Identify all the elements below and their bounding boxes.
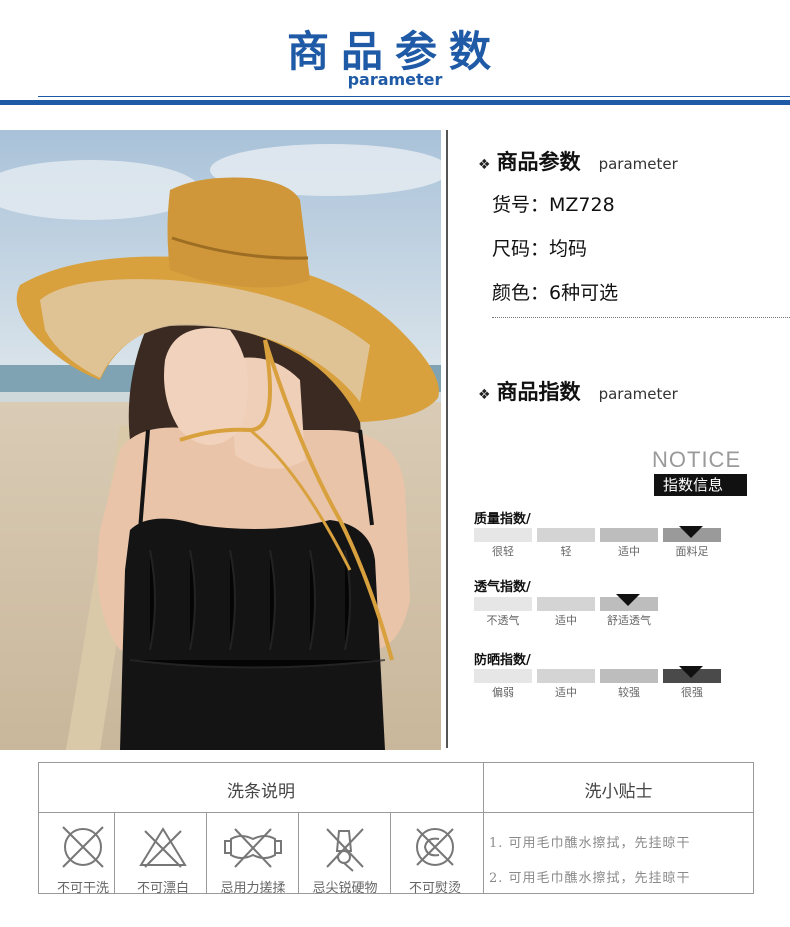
product-photo	[0, 130, 441, 750]
param-color: 颜色：6种可选	[492, 282, 619, 304]
no-iron-icon	[416, 828, 454, 866]
quality-level-label: 轻	[560, 545, 572, 558]
care-item: 不可熨烫	[391, 813, 479, 896]
sun-level-label: 较强	[618, 686, 640, 699]
quality-level-bar	[537, 528, 595, 542]
bird-icon: ❖	[478, 157, 491, 173]
care-cell-divider	[206, 813, 207, 893]
params-heading-en: parameter	[598, 155, 678, 173]
sun-level-bar	[537, 669, 595, 683]
breath-level-bar	[474, 597, 532, 611]
params-section-header: ❖ 商品参数 parameter	[478, 146, 678, 176]
breath-level-label: 适中	[555, 614, 577, 627]
indices-heading-en: parameter	[598, 385, 678, 403]
care-item: 忌用力搓揉	[209, 813, 297, 896]
header-thick-rule	[0, 100, 790, 105]
care-table: 洗条说明 洗小贴士 不可干洗 不可漂白 忌用力搓揉 忌尖锐硬物 不可熨烫 1. …	[38, 762, 754, 896]
breath-level-bar	[537, 597, 595, 611]
care-cell-divider	[298, 813, 299, 893]
param-size: 尺码：均码	[492, 238, 588, 260]
wash-tip: 2. 可用毛巾醮水擦拭，先挂晾干	[489, 871, 691, 886]
notice-badge: 指数信息	[654, 474, 747, 496]
care-item-label: 忌尖锐硬物	[312, 881, 378, 896]
page-subtitle: parameter	[347, 70, 443, 89]
no-bleach-icon	[139, 827, 187, 868]
indices-heading: 商品指数	[496, 380, 581, 404]
breath-level-label: 不透气	[486, 614, 520, 627]
notice-title: NOTICE	[652, 447, 742, 472]
care-item-label: 忌用力搓揉	[220, 881, 286, 896]
no-sharp-object-icon	[326, 828, 364, 872]
sun-level-bar	[600, 669, 658, 683]
quality-level-label: 面料足	[675, 545, 709, 558]
param-sku: 货号：MZ728	[492, 194, 615, 216]
header-thin-rule	[38, 96, 790, 97]
dotted-divider	[492, 317, 790, 318]
bird-icon: ❖	[478, 387, 491, 403]
selected-level-marker	[679, 666, 703, 678]
selected-level-marker	[679, 526, 703, 538]
breath-index-label: 透气指数/	[474, 580, 531, 595]
breath-level-label: 舒适透气	[607, 614, 651, 627]
wash-tip: 1. 可用毛巾醮水擦拭，先挂晾干	[489, 836, 691, 851]
vertical-divider	[446, 130, 448, 748]
quality-level-label: 适中	[618, 545, 640, 558]
params-heading: 商品参数	[496, 150, 581, 174]
sun-level-label: 偏弱	[492, 686, 514, 699]
indices-section-header: ❖ 商品指数 parameter	[478, 376, 678, 406]
quality-level-bar	[474, 528, 532, 542]
sun-level-bar	[474, 669, 532, 683]
care-item-label: 不可漂白	[136, 881, 189, 896]
wash-instructions-heading: 洗条说明	[227, 782, 295, 802]
care-item-label: 不可熨烫	[408, 881, 461, 896]
care-item: 不可漂白	[119, 813, 207, 896]
no-wring-icon	[224, 828, 282, 868]
sun-level-label: 很强	[681, 686, 703, 699]
care-cell-divider	[114, 813, 115, 893]
selected-level-marker	[616, 594, 640, 606]
sun-index-label: 防晒指数/	[474, 653, 531, 668]
no-dry-clean-icon	[62, 826, 104, 868]
quality-index-label: 质量指数/	[474, 512, 531, 527]
wash-tips-heading: 洗小贴士	[584, 782, 653, 802]
care-item: 忌尖锐硬物	[301, 813, 389, 896]
quality-level-bar	[600, 528, 658, 542]
quality-level-label: 很轻	[492, 545, 514, 558]
sun-level-label: 适中	[555, 686, 577, 699]
